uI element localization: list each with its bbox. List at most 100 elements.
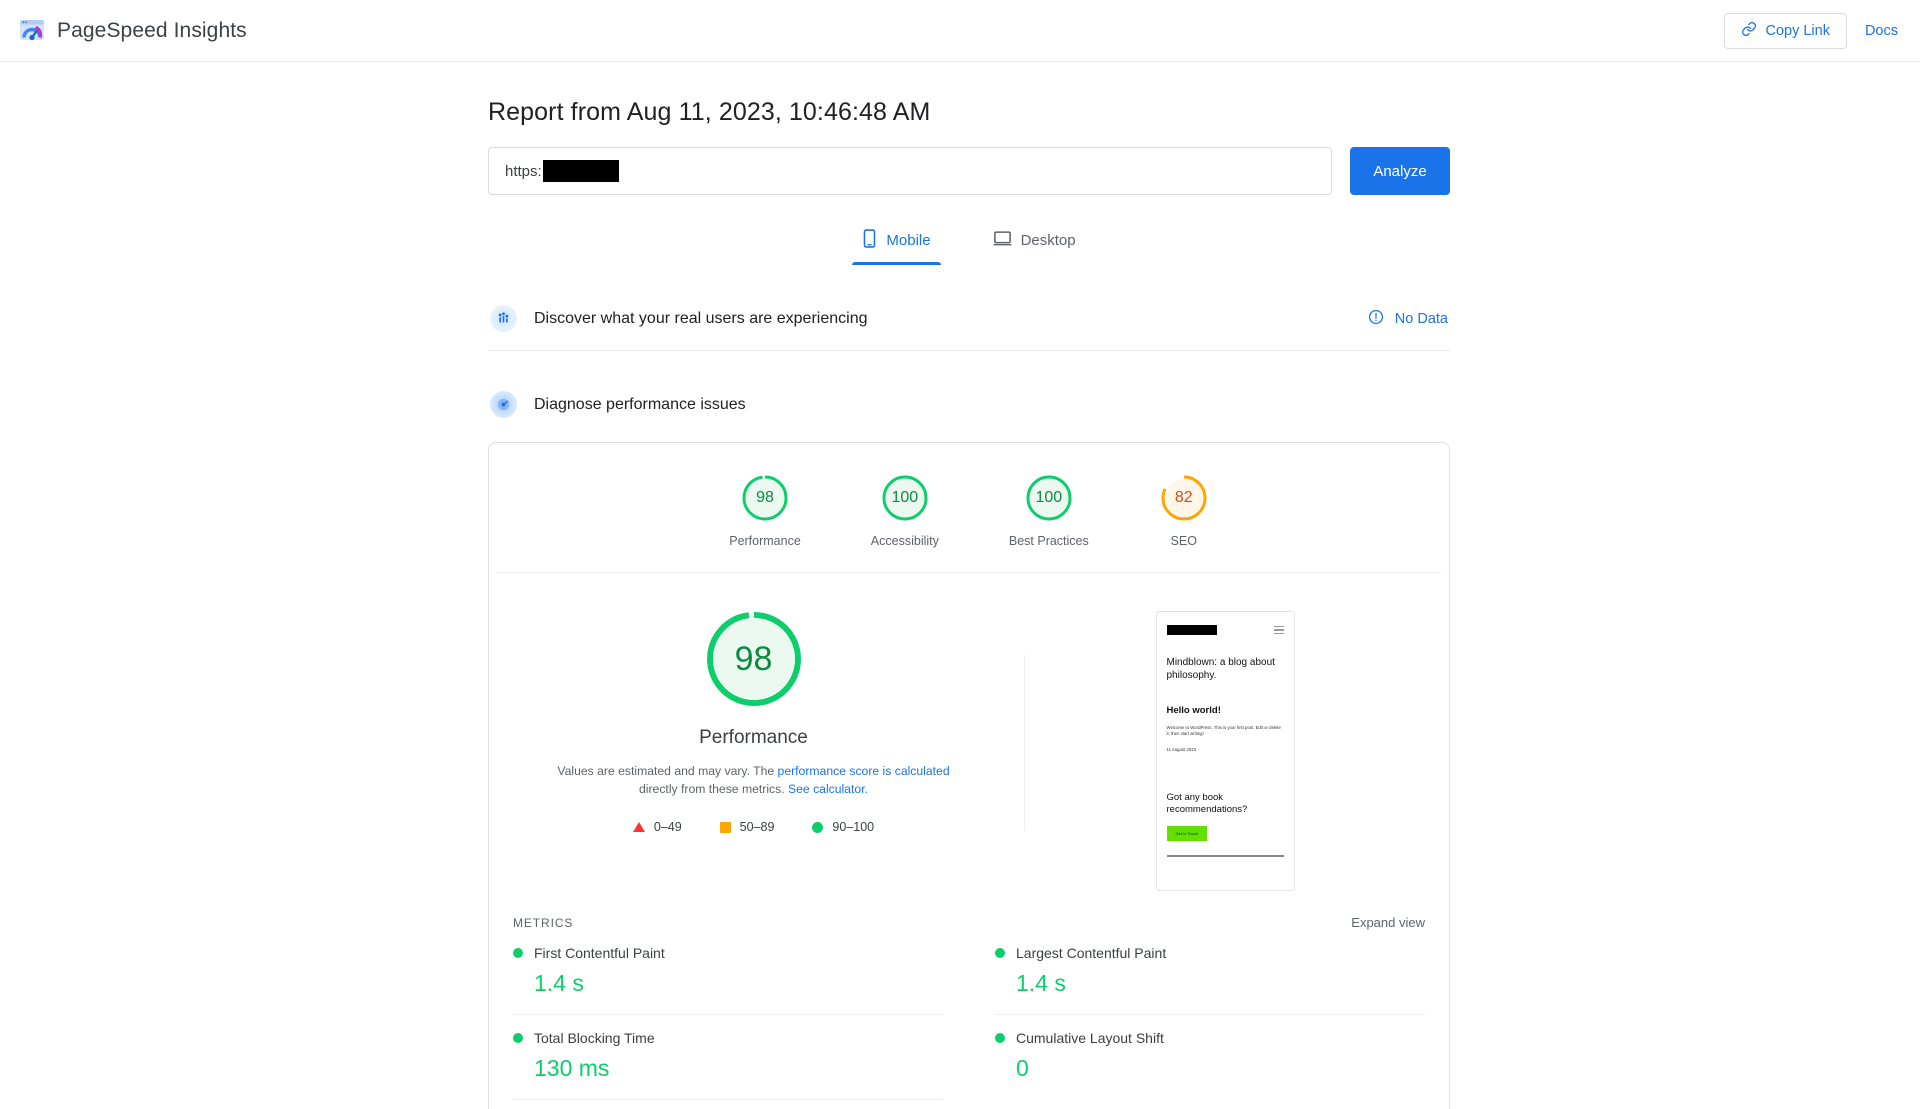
thumbnail-divider: [1166, 855, 1284, 858]
url-row: https: Analyze: [488, 147, 1450, 195]
metric-value: 0: [1016, 1055, 1029, 1081]
thumbnail-post-title: Hello world!: [1166, 704, 1221, 716]
note-text-1: Values are estimated and may vary. The: [557, 764, 778, 778]
performance-score-link[interactable]: performance score is calculated: [778, 764, 950, 778]
score-legend: 0–49 50–89 90–100: [632, 820, 874, 835]
mobile-icon: [862, 229, 877, 252]
docs-link[interactable]: Docs: [1865, 23, 1898, 39]
metrics-title: METRICS: [513, 916, 574, 930]
brand-title: PageSpeed Insights: [57, 18, 247, 42]
top-bar-actions: Copy Link Docs: [1724, 12, 1898, 49]
legend-label-average: 50–89: [739, 820, 775, 835]
triangle-icon: [632, 822, 645, 833]
tab-desktop-label: Desktop: [1020, 232, 1076, 249]
gauge-value-accessibility: 100: [891, 489, 919, 506]
gauge-ring-accessibility: 100: [880, 473, 930, 523]
metric-largest-contentful-paint[interactable]: Largest Contentful Paint 1.4 s: [995, 930, 1425, 1015]
status-dot-good-icon: [513, 1033, 523, 1043]
expand-view-button[interactable]: Expand view: [1351, 915, 1425, 930]
pagespeed-logo-icon: [18, 17, 46, 45]
hero-area: 98 Performance Values are estimated and …: [489, 573, 1449, 901]
gauge-performance[interactable]: 98 Performance: [729, 473, 801, 548]
copy-link-button[interactable]: Copy Link: [1724, 12, 1847, 49]
metrics-column-left: First Contentful Paint 1.4 s Total Block…: [513, 930, 969, 1109]
category-gauges: 98 Performance 100 Accessibility 100 Bes…: [497, 443, 1441, 573]
metric-name-row: Largest Contentful Paint: [995, 945, 1425, 961]
gauge-label-seo: SEO: [1170, 534, 1197, 548]
tab-desktop[interactable]: Desktop: [983, 221, 1086, 265]
status-dot-good-icon: [513, 948, 523, 958]
status-dot-good-icon: [995, 948, 1005, 958]
legend-item-good: 90–100: [812, 820, 874, 834]
metric-speed-index[interactable]: Speed Index 2.5 s: [513, 1100, 943, 1109]
gauge-ring-seo: 82: [1159, 473, 1209, 523]
gauge-value-performance: 98: [756, 489, 774, 506]
real-users-icon: [490, 305, 517, 332]
thumbnail-cta-heading: Got any book recommendations?: [1166, 791, 1248, 816]
content: Report from Aug 11, 2023, 10:46:48 AM ht…: [488, 62, 1450, 1109]
metric-total-blocking-time[interactable]: Total Blocking Time 130 ms: [513, 1015, 943, 1100]
report-card: 98 Performance 100 Accessibility 100 Bes…: [488, 442, 1450, 1109]
metric-name-row: Cumulative Layout Shift: [995, 1030, 1425, 1046]
page-title: Report from Aug 11, 2023, 10:46:48 AM: [488, 98, 931, 126]
metric-value: 1.4 s: [1016, 970, 1066, 996]
performance-gauge-large: 98: [702, 607, 806, 711]
url-redaction-bar: [542, 160, 619, 182]
thumbnail-header: [1166, 625, 1284, 635]
hero-left: 98 Performance Values are estimated and …: [513, 607, 1024, 891]
hamburger-icon: [1273, 625, 1284, 635]
url-scheme-text: https:: [505, 162, 542, 180]
metric-label: Total Blocking Time: [534, 1030, 655, 1046]
performance-note: Values are estimated and may vary. The p…: [554, 763, 954, 798]
gauge-accessibility[interactable]: 100 Accessibility: [871, 473, 939, 548]
metric-name-row: First Contentful Paint: [513, 945, 943, 961]
legend-label-poor: 0–49: [653, 820, 682, 835]
lab-data-label: Diagnose performance issues: [534, 395, 746, 413]
see-calculator-link[interactable]: See calculator.: [788, 782, 868, 796]
form-factor-tabs: Mobile Desktop: [488, 221, 1450, 265]
top-bar: PageSpeed Insights Copy Link Docs: [0, 0, 1920, 62]
gauge-best-practices[interactable]: 100 Best Practices: [1009, 473, 1089, 548]
tab-mobile[interactable]: Mobile: [852, 221, 941, 265]
metric-value: 130 ms: [534, 1055, 610, 1081]
metric-label: Largest Contentful Paint: [1016, 945, 1167, 961]
gauge-label-performance: Performance: [729, 534, 801, 548]
analyze-button[interactable]: Analyze: [1350, 147, 1450, 195]
metric-label: Cumulative Layout Shift: [1016, 1030, 1164, 1046]
field-data-status[interactable]: No Data: [1368, 309, 1448, 329]
field-data-label: Discover what your real users are experi…: [534, 309, 868, 327]
brand[interactable]: PageSpeed Insights: [18, 17, 247, 45]
gauge-seo[interactable]: 82 SEO: [1159, 473, 1209, 548]
gauge-ring-best-practices: 100: [1024, 473, 1074, 523]
tab-mobile-label: Mobile: [886, 232, 931, 249]
page-screenshot-thumbnail[interactable]: Mindblown: a blog about philosophy. Hell…: [1155, 611, 1295, 891]
legend-item-average: 50–89: [719, 820, 775, 835]
note-text-2: directly from these metrics.: [639, 781, 789, 796]
thumbnail-heading: Mindblown: a blog about philosophy.: [1166, 657, 1275, 681]
page: Report from Aug 11, 2023, 10:46:48 AM ht…: [0, 62, 1920, 1109]
gauge-value-seo: 82: [1174, 489, 1193, 506]
desktop-icon: [993, 230, 1012, 251]
legend-item-poor: 0–49: [632, 820, 682, 835]
metrics-header: METRICS Expand view: [489, 901, 1449, 930]
gauge-value-best-practices: 100: [1035, 489, 1063, 506]
lab-data-section: Diagnose performance issues: [488, 373, 1450, 436]
gauge-label-accessibility: Accessibility: [870, 534, 939, 548]
url-input[interactable]: https:: [488, 147, 1332, 195]
field-data-left: Discover what your real users are experi…: [490, 305, 867, 332]
gauge-ring-performance: 98: [740, 473, 790, 523]
hero-right: Mindblown: a blog about philosophy. Hell…: [1025, 607, 1425, 891]
legend-label-good: 90–100: [832, 820, 875, 835]
metric-label: First Contentful Paint: [534, 945, 665, 961]
no-data-label: No Data: [1394, 310, 1448, 327]
performance-gauge-value: 98: [734, 639, 773, 678]
metrics-column-right: Largest Contentful Paint 1.4 s Cumulativ…: [969, 930, 1425, 1109]
metric-cumulative-layout-shift[interactable]: Cumulative Layout Shift 0: [995, 1015, 1425, 1099]
metric-value: 1.4 s: [534, 970, 584, 996]
field-data-section: Discover what your real users are experi…: [488, 287, 1450, 351]
metric-first-contentful-paint[interactable]: First Contentful Paint 1.4 s: [513, 930, 943, 1015]
thumbnail-post-body: Welcome to WordPress. This is your first…: [1166, 724, 1281, 737]
diagnose-icon: [490, 391, 517, 418]
copy-link-label: Copy Link: [1765, 22, 1830, 39]
metrics-grid: First Contentful Paint 1.4 s Total Block…: [489, 930, 1449, 1109]
